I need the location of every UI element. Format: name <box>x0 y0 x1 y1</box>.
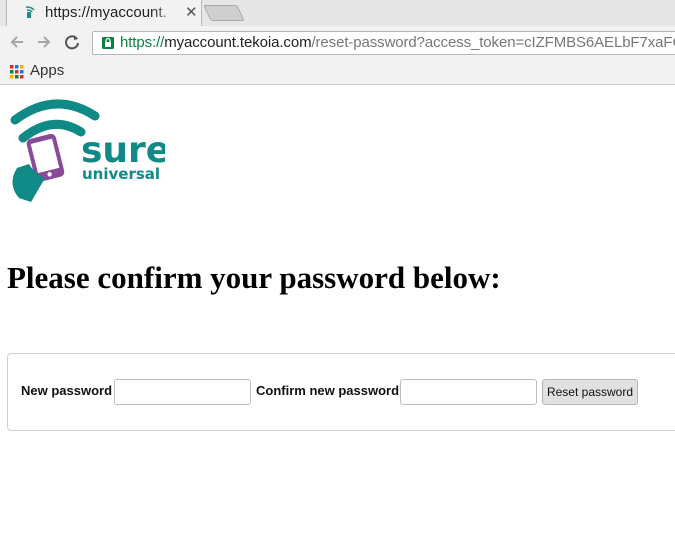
forward-icon[interactable] <box>33 31 55 53</box>
url-path: /reset-password?access_token=cIZFMBS6AEL… <box>311 34 675 51</box>
apps-grid-icon[interactable] <box>10 65 24 79</box>
browser-tab[interactable]: https://myaccount. ✕ <box>6 0 202 26</box>
back-icon[interactable] <box>6 31 28 53</box>
tab-close-icon[interactable]: ✕ <box>185 3 198 21</box>
reset-password-button[interactable]: Reset password <box>542 379 638 405</box>
new-password-input[interactable] <box>114 379 251 405</box>
tab-title: https://myaccount. <box>45 4 167 21</box>
address-bar[interactable]: https://myaccount.tekoia.com/reset-passw… <box>92 31 675 55</box>
reload-icon[interactable] <box>61 31 83 53</box>
page-title: Please confirm your password below: <box>7 260 501 295</box>
url-host: myaccount.tekoia.com <box>164 34 312 51</box>
confirm-password-label: Confirm new password <box>256 383 400 398</box>
url-text: https://myaccount.tekoia.com/reset-passw… <box>120 34 675 51</box>
new-tab-button[interactable] <box>203 5 245 21</box>
new-password-label: New password <box>21 383 113 398</box>
sure-universal-logo: sure universal <box>10 99 165 202</box>
secure-lock-icon <box>102 37 114 49</box>
tab-strip: https://myaccount. ✕ <box>0 0 675 26</box>
bookmarks-bar: Apps <box>0 60 675 85</box>
url-protocol: https:// <box>120 34 165 51</box>
logo-text-universal: universal <box>82 165 160 183</box>
apps-bookmark[interactable]: Apps <box>30 62 64 79</box>
confirm-password-input[interactable] <box>400 379 537 405</box>
site-favicon-icon <box>25 6 35 18</box>
